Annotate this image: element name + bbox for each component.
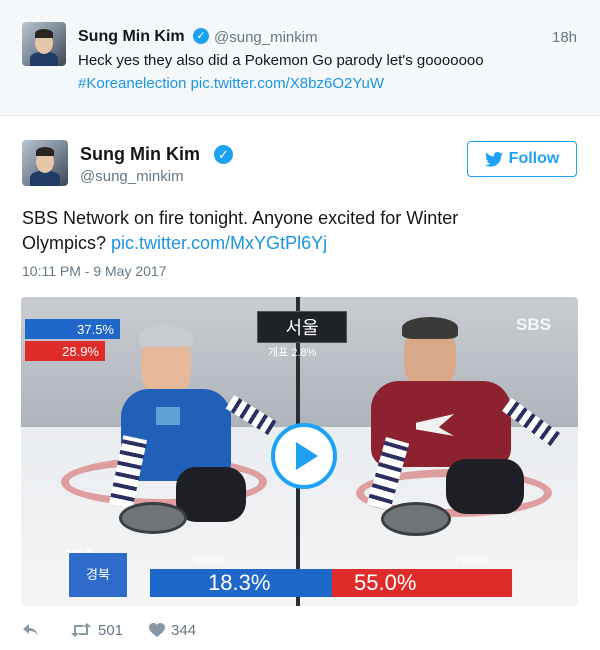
follow-label: Follow [508, 150, 560, 167]
tweet-actions: 501 344 [22, 619, 196, 641]
region-label: 경북 [69, 553, 127, 597]
play-icon [296, 442, 318, 470]
avatar[interactable] [22, 22, 66, 66]
author-handle[interactable]: @sung_minkim [214, 29, 318, 46]
score-row-1: 37.5% [25, 319, 120, 339]
reply-button[interactable] [22, 622, 40, 638]
city-label: 서울 [257, 311, 347, 343]
tweet-time[interactable]: 18h [552, 29, 577, 46]
count-label: 개표 2.8% [268, 347, 317, 359]
left-votes: 43,601 [195, 556, 223, 566]
author-name[interactable]: Sung Min Kim [80, 144, 200, 165]
retweet-count: 501 [98, 621, 124, 639]
left-percentage: 18.3% [150, 569, 332, 597]
verified-icon: ✓ [193, 28, 209, 44]
retweet-icon [71, 623, 91, 637]
media-link[interactable]: pic.twitter.com/MxYGtPl6Yj [111, 233, 327, 253]
video-player[interactable]: 37.5% 28.9% 서울 개표 2.8% SBS 2017 경북 43,60… [21, 297, 578, 606]
curling-stone-left [119, 502, 187, 534]
tweet-timestamp[interactable]: 10:11 PM - 9 May 2017 [22, 263, 166, 279]
network-logo: SBS [516, 315, 551, 334]
hashtag-link[interactable]: #Koreanelection [78, 75, 186, 92]
verified-icon: ✓ [214, 145, 233, 164]
author-handle[interactable]: @sung_minkim [80, 168, 184, 185]
follow-button[interactable]: Follow [467, 141, 577, 177]
media-link[interactable]: pic.twitter.com/X8bz6O2YuW [191, 75, 384, 92]
results-bar: 2017 경북 43,601 138,761 18.3% 55.0% [65, 547, 575, 602]
reply-tweet: Sung Min Kim ✓ @sung_minkim 18h Heck yes… [0, 0, 600, 116]
tweet-text-prefix: Olympics? [22, 233, 107, 253]
author-name[interactable]: Sung Min Kim [78, 28, 185, 46]
play-button[interactable] [271, 423, 337, 489]
tweet-text-line2: Olympics? pic.twitter.com/MxYGtPl6Yj [22, 233, 327, 254]
curling-stone-right [381, 502, 451, 536]
tweet-links: #Koreanelection pic.twitter.com/X8bz6O2Y… [78, 75, 384, 92]
reply-icon [23, 624, 38, 636]
right-votes: 138,761 [455, 556, 488, 566]
score-row-2: 28.9% [25, 341, 105, 361]
like-button[interactable]: 344 [149, 622, 196, 639]
retweet-button[interactable]: 501 [70, 622, 123, 639]
bird-icon [484, 151, 503, 167]
right-percentage: 55.0% [332, 569, 512, 597]
tweet-text: Heck yes they also did a Pokemon Go paro… [78, 52, 484, 69]
like-count: 344 [171, 621, 197, 639]
heart-icon [149, 622, 166, 637]
tweet-text-line1: SBS Network on fire tonight. Anyone exci… [22, 208, 459, 228]
score-panel: 37.5% 28.9% [25, 309, 120, 361]
avatar[interactable] [22, 140, 68, 186]
